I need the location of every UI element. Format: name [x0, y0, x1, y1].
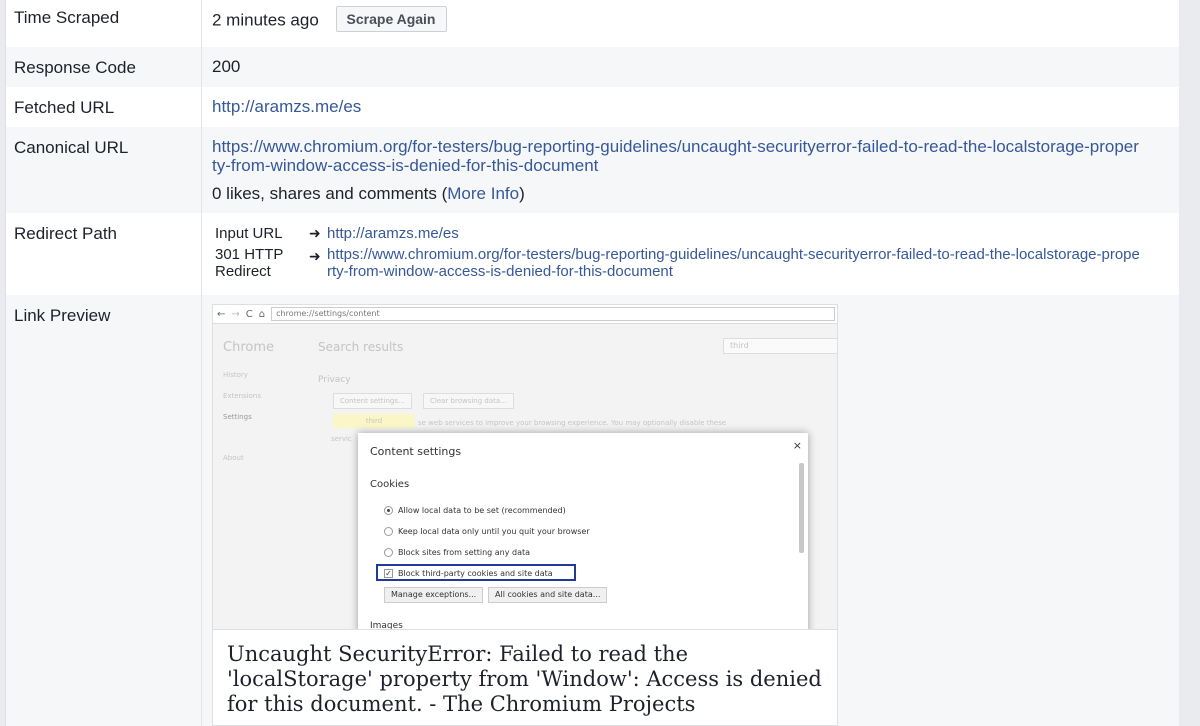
- nav-history: History: [223, 371, 248, 379]
- cookies-heading: Cookies: [370, 479, 410, 490]
- privacy-heading: Privacy: [318, 375, 351, 385]
- redirect-path-cell: Input URL ➜ http://aramzs.me/es 301 HTTP…: [202, 213, 1180, 295]
- link-preview-label: Link Preview: [6, 295, 202, 726]
- cookie-option-label: Keep local data only until you quit your…: [398, 527, 590, 536]
- engagement-line: 0 likes, shares and comments (More Info): [212, 184, 1140, 203]
- cookie-option-label: Block third-party cookies and site data: [398, 569, 553, 578]
- right-margin: [1179, 0, 1200, 726]
- settings-search-box: third: [723, 338, 837, 354]
- redirect-entry-url[interactable]: https://www.chromium.org/for-testers/bug…: [327, 246, 1140, 280]
- fetched-url-cell: http://aramzs.me/es: [202, 87, 1180, 127]
- home-icon: ⌂: [258, 308, 266, 320]
- privacy-fragment: servic: [331, 435, 352, 443]
- row-redirect-path: Redirect Path Input URL ➜ http://aramzs.…: [6, 213, 1180, 295]
- link-preview-card[interactable]: ← → C ⌂ chrome://settings/content Chrome…: [212, 304, 838, 726]
- cookie-option: Keep local data only until you quit your…: [384, 527, 590, 536]
- fetched-url-link[interactable]: http://aramzs.me/es: [212, 97, 361, 116]
- arrow-right-icon: ➜: [309, 225, 321, 241]
- redirect-entry-label: 301 HTTP Redirect: [215, 246, 284, 280]
- redirect-entry-label: Input URL: [215, 225, 283, 242]
- close-icon: ×: [792, 439, 802, 452]
- cookie-option-label: Allow local data to be set (recommended): [398, 506, 566, 515]
- link-preview-cell: ← → C ⌂ chrome://settings/content Chrome…: [202, 295, 1180, 726]
- nav-about: About: [223, 454, 244, 462]
- chrome-heading: Chrome: [223, 340, 274, 355]
- row-time-scraped: Time Scraped 2 minutes ago Scrape Again: [6, 0, 1180, 47]
- canonical-url-label: Canonical URL: [6, 127, 202, 213]
- redirect-entry-url[interactable]: http://aramzs.me/es: [327, 225, 1140, 242]
- scrape-again-button[interactable]: Scrape Again: [335, 6, 447, 32]
- response-code-value: 200: [212, 57, 241, 76]
- content-settings-button-bg: Content settings...: [333, 393, 412, 409]
- row-fetched-url: Fetched URL http://aramzs.me/es: [6, 87, 1180, 127]
- arrow-right-icon: ➜: [309, 248, 321, 264]
- all-cookies-button: All cookies and site data...: [488, 587, 608, 603]
- row-link-preview: Link Preview ← → C ⌂ chrome://settings/c…: [6, 295, 1180, 726]
- redirect-path-label: Redirect Path: [6, 213, 202, 295]
- nav-extensions: Extensions: [223, 392, 262, 400]
- cookie-option: Allow local data to be set (recommended): [384, 506, 566, 515]
- time-scraped-label: Time Scraped: [6, 0, 202, 47]
- privacy-description: se web services to improve your browsing…: [418, 419, 727, 427]
- cookie-option: ✓ Block third-party cookies and site data: [384, 569, 553, 578]
- more-info-link[interactable]: More Info: [447, 184, 519, 203]
- cookie-option-label: Block sites from setting any data: [398, 548, 531, 557]
- row-canonical-url: Canonical URL https://www.chromium.org/f…: [6, 127, 1180, 213]
- preview-title: Uncaught SecurityError: Failed to read t…: [213, 629, 837, 725]
- radio-selected-icon: [384, 506, 393, 515]
- canonical-url-link[interactable]: https://www.chromium.org/for-testers/bug…: [212, 137, 1139, 175]
- radio-icon: [384, 548, 393, 557]
- response-code-label: Response Code: [6, 47, 202, 87]
- time-scraped-value-cell: 2 minutes ago Scrape Again: [202, 0, 1180, 47]
- search-highlight: third: [333, 414, 415, 428]
- redirect-list: Input URL ➜ http://aramzs.me/es 301 HTTP…: [212, 222, 1140, 280]
- dialog-title: Content settings: [370, 445, 462, 458]
- fetched-url-label: Fetched URL: [6, 87, 202, 127]
- row-response-code: Response Code 200: [6, 47, 1180, 87]
- clear-browsing-button-bg: Clear browsing data...: [423, 393, 514, 409]
- checkbox-checked-icon: ✓: [384, 569, 393, 578]
- back-icon: ←: [217, 308, 226, 320]
- canonical-url-cell: https://www.chromium.org/for-testers/bug…: [202, 127, 1180, 213]
- nav-settings: Settings: [223, 413, 252, 421]
- preview-image: ← → C ⌂ chrome://settings/content Chrome…: [213, 305, 837, 629]
- engagement-close-paren: ): [519, 184, 525, 203]
- images-heading: Images: [370, 621, 403, 629]
- address-bar: chrome://settings/content: [271, 307, 835, 321]
- time-scraped-value: 2 minutes ago: [212, 10, 319, 30]
- debugger-results-table: Time Scraped 2 minutes ago Scrape Again …: [5, 0, 1180, 726]
- dialog-scrollbar: [799, 463, 804, 553]
- cookie-option: Block sites from setting any data: [384, 548, 530, 557]
- manage-exceptions-button: Manage exceptions...: [384, 587, 484, 603]
- reload-icon: C: [245, 308, 253, 320]
- engagement-text: 0 likes, shares and comments (: [212, 184, 448, 203]
- browser-toolbar: ← → C ⌂ chrome://settings/content: [213, 305, 837, 324]
- content-settings-dialog: Content settings × Cookies Allow local d…: [358, 433, 808, 629]
- forward-icon: →: [231, 308, 240, 320]
- radio-icon: [384, 527, 393, 536]
- search-results-heading: Search results: [318, 340, 404, 354]
